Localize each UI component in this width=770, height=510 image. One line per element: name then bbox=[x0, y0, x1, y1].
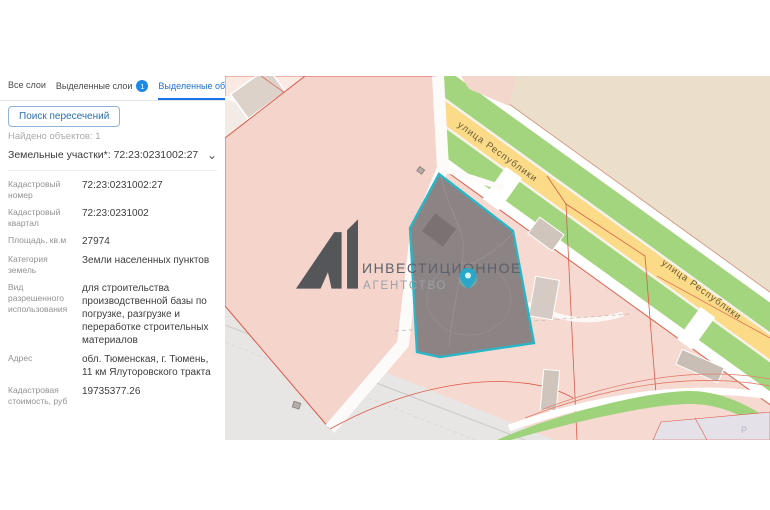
detail-value: Земли населенных пунктов bbox=[82, 254, 217, 276]
tab-all-layers[interactable]: Все слои bbox=[8, 80, 46, 98]
detail-value: обл. Тюменская, г. Тюмень, 11 км Ялуторо… bbox=[82, 353, 217, 379]
detail-row-cadastral-number: Кадастровый номер 72:23:0231002:27 bbox=[8, 179, 217, 201]
selected-layers-count-badge: 1 bbox=[136, 80, 148, 92]
detail-row-cadastral-value: Кадастровая стоимость, руб 19735377.26 bbox=[8, 385, 217, 407]
tab-selected-layers-label: Выделенные слои bbox=[56, 81, 133, 91]
detail-row-permitted-use: Вид разрешенного использования для строи… bbox=[8, 282, 217, 347]
map-canvas[interactable]: Р улица Республики улица Республики bbox=[225, 76, 770, 440]
detail-label: Кадастровый квартал bbox=[8, 207, 82, 229]
detail-row-land-category: Категория земель Земли населенных пункто… bbox=[8, 254, 217, 276]
detail-row-address: Адрес обл. Тюменская, г. Тюмень, 11 км Я… bbox=[8, 353, 217, 379]
tab-selected-layers[interactable]: Выделенные слои 1 bbox=[56, 80, 149, 100]
results-count: Найдено объектов: 1 bbox=[8, 131, 100, 142]
cadastral-map-app: Все слои Выделенные слои 1 Выделенные об… bbox=[0, 0, 770, 510]
watermark-line2: АГЕНТСТВО bbox=[363, 280, 447, 292]
detail-label: Площадь, кв.м bbox=[8, 235, 82, 248]
detail-label: Адрес bbox=[8, 353, 82, 379]
info-sidebar: Все слои Выделенные слои 1 Выделенные об… bbox=[0, 0, 225, 510]
detail-value: 72:23:0231002 bbox=[82, 207, 217, 229]
map-container: Р улица Республики улица Республики bbox=[225, 76, 770, 440]
chevron-down-icon: ⌄ bbox=[207, 151, 217, 159]
parcel-details: Кадастровый номер 72:23:0231002:27 Кадас… bbox=[8, 179, 217, 413]
divider bbox=[8, 170, 217, 171]
detail-row-area: Площадь, кв.м 27974 bbox=[8, 235, 217, 248]
object-group-header[interactable]: Земельные участки*: 72:23:0231002:27 ⌄ bbox=[8, 149, 217, 161]
detail-value: 19735377.26 bbox=[82, 385, 217, 407]
detail-label: Категория земель bbox=[8, 254, 82, 276]
detail-row-cadastral-quarter: Кадастровый квартал 72:23:0231002 bbox=[8, 207, 217, 229]
layer-tabs: Все слои Выделенные слои 1 Выделенные об… bbox=[0, 80, 225, 101]
detail-value: 72:23:0231002:27 bbox=[82, 179, 217, 201]
object-group-title: Земельные участки*: 72:23:0231002:27 bbox=[8, 149, 198, 161]
watermark-line1: ИНВЕСТИЦИОННОЕ bbox=[362, 260, 522, 276]
detail-label: Кадастровый номер bbox=[8, 179, 82, 201]
search-intersections-button[interactable]: Поиск пересечений bbox=[8, 106, 120, 127]
parking-label: Р bbox=[741, 425, 747, 435]
detail-label: Кадастровая стоимость, руб bbox=[8, 385, 82, 407]
detail-value: для строительства производственной базы … bbox=[82, 282, 217, 347]
detail-label: Вид разрешенного использования bbox=[8, 282, 82, 347]
detail-value: 27974 bbox=[82, 235, 217, 248]
